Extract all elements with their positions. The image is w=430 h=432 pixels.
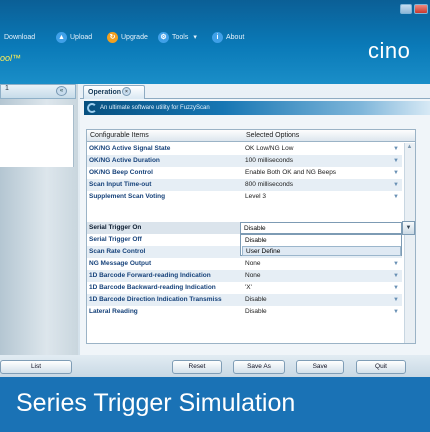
toolbar-upgrade[interactable]: ↻ Upgrade: [107, 29, 148, 45]
close-window-button[interactable]: [414, 4, 428, 14]
upload-icon: ▲: [56, 31, 67, 43]
chevron-down-icon: ▼: [393, 309, 399, 315]
reset-button[interactable]: Reset: [172, 360, 222, 374]
quit-button[interactable]: Quit: [356, 360, 406, 374]
serial-trigger-on-select[interactable]: Disable: [240, 222, 402, 234]
chevron-down-icon[interactable]: ▼: [402, 221, 415, 235]
product-name: ool™: [0, 53, 22, 63]
table-row[interactable]: Lateral Reading Disable ▼: [87, 306, 402, 318]
dropdown-option-disable[interactable]: Disable: [242, 236, 401, 246]
chevron-down-icon: ▾: [193, 34, 197, 41]
brand-logo: cino: [368, 38, 411, 63]
swirl-icon: [87, 103, 97, 113]
chevron-down-icon: ▼: [393, 158, 399, 164]
toolbar-about[interactable]: i About: [212, 29, 244, 45]
table-row[interactable]: 1D Barcode Forward-reading Indication Non…: [87, 270, 402, 282]
dropdown-list: Disable User Define: [240, 234, 402, 256]
tab-close-icon[interactable]: ×: [122, 87, 131, 96]
save-as-button[interactable]: Save As: [233, 360, 285, 374]
table-row[interactable]: 1D Barcode Backward-reading Indication 'X…: [87, 282, 402, 294]
info-icon: i: [212, 31, 223, 43]
chevron-down-icon: ▼: [393, 285, 399, 291]
toolbar-tools[interactable]: ⚙ Tools ▾: [158, 29, 197, 45]
table-scrollbar[interactable]: [404, 143, 415, 343]
column-header-options: Selected Options: [246, 132, 300, 139]
table-row[interactable]: Supplement Scan Voting Level 3 ▼: [87, 191, 402, 203]
chevron-down-icon: ▼: [393, 297, 399, 303]
table-row[interactable]: 1D Barcode Direction Indication Transmis…: [87, 294, 402, 306]
table-row[interactable]: NG Message Output None ▼: [87, 258, 402, 270]
save-button[interactable]: Save: [296, 360, 344, 374]
chevron-down-icon: ▼: [393, 273, 399, 279]
table-row[interactable]: OK/NG Active Signal State OK Low/NG Low ▼: [87, 143, 402, 155]
upgrade-icon: ↻: [107, 31, 118, 43]
tab-operation[interactable]: Operation: [83, 85, 145, 99]
table-row[interactable]: OK/NG Beep Control Enable Both OK and NG …: [87, 167, 402, 179]
table-header: Configurable Items Selected Options: [86, 129, 416, 142]
chevron-down-icon: ▼: [393, 182, 399, 188]
column-header-items: Configurable Items: [90, 132, 149, 139]
table-row[interactable]: OK/NG Active Duration 100 milliseconds ▼: [87, 155, 402, 167]
collapse-icon[interactable]: «: [56, 86, 67, 96]
chevron-down-icon: ▼: [393, 170, 399, 176]
chevron-down-icon: ▼: [393, 261, 399, 267]
table-row[interactable]: Scan Input Time-out 800 milliseconds ▼: [87, 179, 402, 191]
subtitle-bar: An ultimate software utility for FuzzySc…: [84, 101, 430, 115]
toolbar-upload[interactable]: ▲ Upload: [56, 29, 92, 45]
left-panel-list[interactable]: [0, 105, 74, 167]
scroll-up-icon[interactable]: ▲: [405, 144, 414, 153]
dropdown-option-user-define[interactable]: User Define: [242, 246, 401, 256]
tools-icon: ⚙: [158, 31, 169, 43]
minimize-button[interactable]: [400, 4, 412, 14]
chevron-down-icon: ▼: [393, 194, 399, 200]
caption-title: Series Trigger Simulation: [16, 389, 296, 417]
list-button[interactable]: List: [0, 360, 72, 374]
chevron-down-icon: ▼: [393, 146, 399, 152]
toolbar-download[interactable]: Download: [4, 29, 35, 45]
